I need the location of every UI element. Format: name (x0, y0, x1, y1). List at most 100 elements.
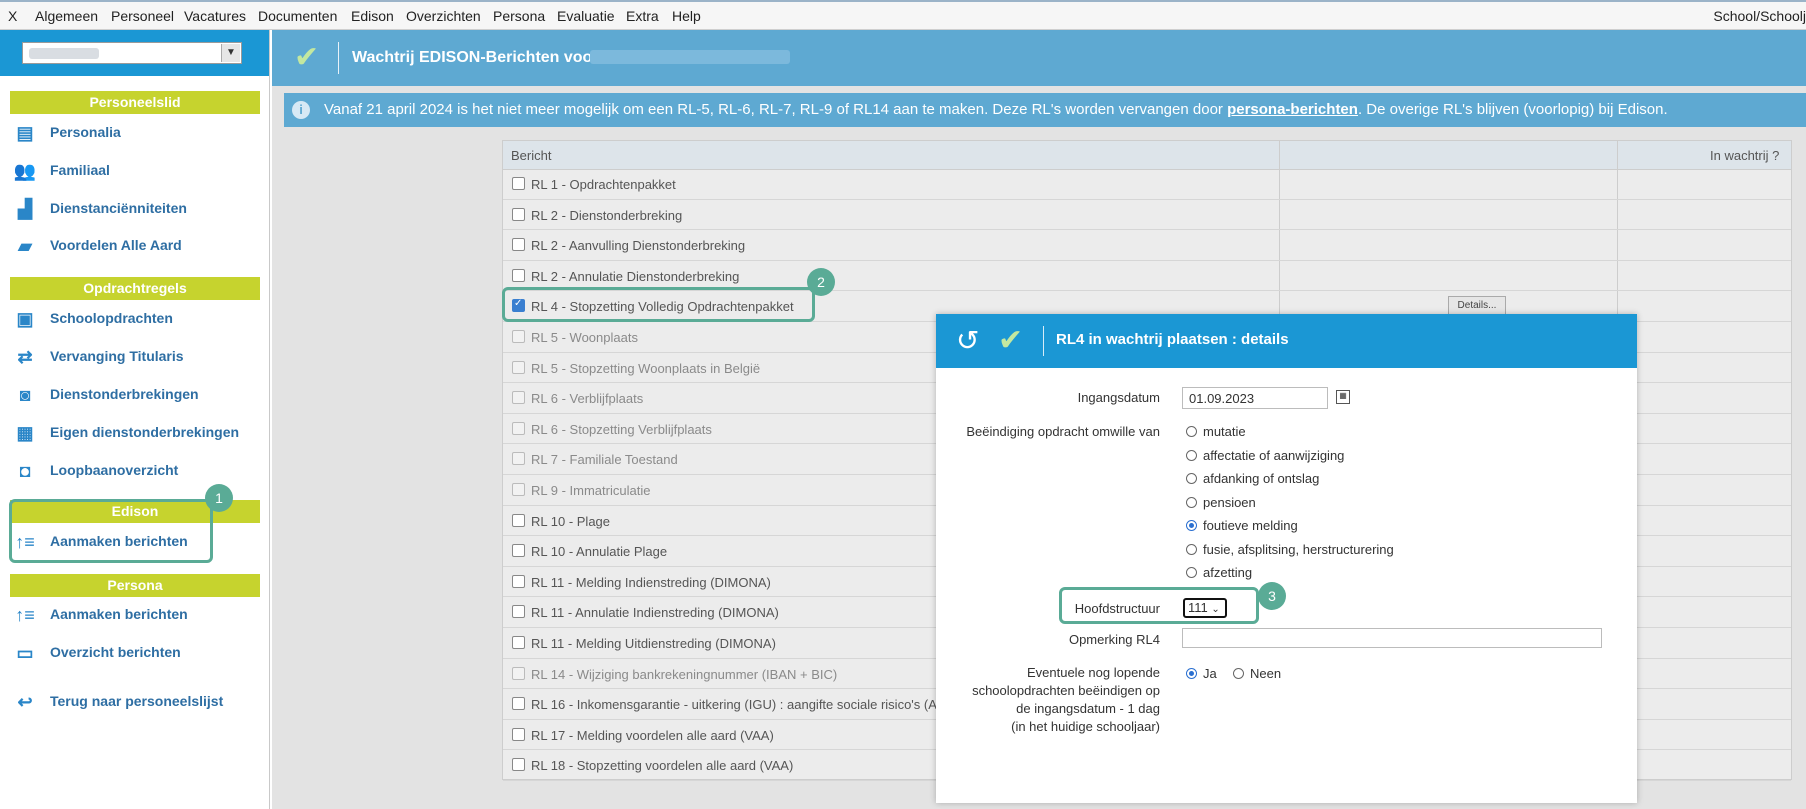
sidebar-item-schoolopdrachten[interactable]: ▣ Schoolopdrachten (12, 306, 262, 332)
row-checkbox[interactable] (512, 177, 525, 190)
opmerking-input[interactable] (1182, 628, 1602, 648)
radio-button[interactable] (1186, 544, 1197, 555)
dialog-header: ↺ ✔ RL4 in wachtrij plaatsen : details (936, 314, 1637, 368)
return-icon: ↩ (17, 692, 33, 712)
menu-extra[interactable]: Extra (626, 8, 659, 24)
info-text: Vanaf 21 april 2024 is het niet meer mog… (324, 101, 1668, 118)
sidebar-item-overzicht-berichten[interactable]: ▭ Overzicht berichten (12, 640, 262, 666)
option-ja[interactable]: Ja (1186, 666, 1217, 686)
row-checkbox[interactable] (512, 574, 525, 588)
sidebar-item-dienstancienniteiten[interactable]: ▟ Dienstanciënniteiten (12, 196, 262, 222)
row-checkbox[interactable] (512, 268, 525, 282)
sidebar-item-eigen-dienstonderbrekingen[interactable]: ▦ Eigen dienstonderbrekingen (12, 420, 262, 446)
radio-button-selected[interactable] (1186, 668, 1197, 679)
row-checkbox[interactable] (512, 360, 525, 374)
option-pensioen[interactable]: pensioen (1186, 495, 1256, 515)
radio-button[interactable] (1186, 450, 1197, 461)
table-row[interactable]: RL 1 - Opdrachtenpakket (503, 169, 1791, 200)
sidebar-item-familiaal[interactable]: 👥 Familiaal (12, 158, 262, 184)
row-checkbox[interactable] (512, 544, 525, 558)
ingangsdatum-input[interactable]: 01.09.2023 (1182, 387, 1328, 409)
chevron-down-icon[interactable]: ▼ (221, 44, 240, 62)
callout-highlight-2 (502, 287, 815, 322)
row-checkbox[interactable] (512, 207, 525, 221)
sidebar-item-persona-aanmaken[interactable]: ↑≡ Aanmaken berichten (12, 602, 262, 628)
callout-badge-3: 3 (1258, 582, 1286, 610)
sidebar-item-vervanging[interactable]: ⇄ Vervanging Titularis (12, 344, 262, 370)
row-checkbox[interactable] (512, 238, 525, 252)
staff-select[interactable]: ▼ (22, 42, 242, 64)
menu-overzichten[interactable]: Overzichten (406, 8, 481, 24)
sidebar-item-terug[interactable]: ↩ Terug naar personeelslijst (12, 689, 262, 715)
check-icon[interactable]: ✔ (998, 323, 1023, 358)
menu-personeel[interactable]: Personeel (111, 8, 174, 24)
row-checkbox[interactable] (512, 605, 525, 619)
menu-algemeen[interactable]: Algemeen (35, 8, 98, 24)
row-checkbox[interactable] (512, 758, 525, 772)
radio-button[interactable] (1186, 426, 1197, 437)
radio-button[interactable] (1186, 497, 1197, 508)
table-row[interactable]: RL 2 - Dienstonderbreking (503, 200, 1791, 231)
option-afdanking[interactable]: afdanking of ontslag (1186, 471, 1319, 491)
row-checkbox[interactable] (512, 483, 525, 496)
page-title-bar: ✔ Wachtrij EDISON-Berichten voor (272, 30, 1806, 86)
column-bericht: Bericht (511, 148, 552, 163)
undo-icon[interactable]: ↺ (956, 324, 979, 357)
podium-icon: ▟ (18, 199, 32, 219)
persona-link[interactable]: persona-berichten (1227, 101, 1358, 118)
option-fusie[interactable]: fusie, afsplitsing, herstructurering (1186, 542, 1394, 562)
table-header: Bericht In wachtrij ? (503, 141, 1791, 170)
menu-edison[interactable]: Edison (351, 8, 394, 24)
sidebar-item-personalia[interactable]: ▤ Personalia (12, 120, 262, 146)
calendar-icon[interactable]: ▦ (1336, 390, 1350, 404)
ingangsdatum-label: Ingangsdatum (1077, 390, 1160, 405)
id-card-icon: ▤ (16, 123, 34, 143)
divider (338, 42, 339, 74)
sidebar-item-dienstonderbrekingen[interactable]: ◙ Dienstonderbrekingen (12, 382, 262, 408)
option-neen[interactable]: Neen (1233, 666, 1281, 686)
radio-button[interactable] (1186, 567, 1197, 578)
school-year-label: School/Schoolj (1713, 8, 1806, 24)
row-checkbox[interactable] (512, 513, 525, 527)
table-row[interactable]: RL 2 - Aanvulling Dienstonderbreking (503, 230, 1791, 261)
check-icon[interactable]: ✔ (294, 40, 319, 75)
option-afzetting[interactable]: afzetting (1186, 565, 1252, 585)
radio-button[interactable] (1233, 668, 1244, 679)
beeindiging-label: Beëindiging opdracht omwille van (966, 424, 1160, 439)
menu-bar: X Algemeen Personeel Vacatures Documente… (0, 0, 1806, 30)
row-checkbox[interactable] (512, 452, 525, 466)
menu-help[interactable]: Help (672, 8, 701, 24)
menu-vacatures[interactable]: Vacatures (184, 8, 246, 24)
divider (1043, 326, 1044, 356)
menu-close[interactable]: X (8, 8, 17, 24)
option-foutieve-melding[interactable]: foutieve melding (1186, 518, 1298, 538)
calendar-clock-icon: ▦ (16, 423, 34, 443)
option-mutatie[interactable]: mutatie (1186, 424, 1246, 444)
menu-evaluatie[interactable]: Evaluatie (557, 8, 615, 24)
callout-highlight-3 (1059, 587, 1259, 624)
swap-icon: ⇄ (17, 347, 33, 367)
menu-documenten[interactable]: Documenten (258, 8, 337, 24)
sidebar-item-loopbaanoverzicht[interactable]: ◘ Loopbaanoverzicht (12, 458, 262, 484)
briefcase-clock-icon: ◙ (19, 385, 31, 405)
menu-persona[interactable]: Persona (493, 8, 545, 24)
wallet-icon: ▰ (18, 236, 32, 256)
teacher-icon: ▣ (16, 309, 34, 329)
row-checkbox[interactable] (512, 330, 525, 343)
row-checkbox[interactable] (512, 727, 525, 741)
callout-badge-2: 2 (807, 268, 835, 296)
section-persona: Persona (10, 574, 260, 597)
row-checkbox[interactable] (512, 666, 525, 680)
sidebar: ▼ Personeelslid ▤ Personalia 👥 Familiaal ▟… (0, 30, 270, 809)
radio-button-selected[interactable] (1186, 520, 1197, 531)
row-checkbox[interactable] (512, 391, 525, 405)
option-affectatie[interactable]: affectatie of aanwijziging (1186, 448, 1344, 468)
lopende-label: Eventuele nog lopende schoolopdrachten b… (972, 665, 1160, 734)
row-checkbox[interactable] (512, 421, 525, 435)
radio-button[interactable] (1186, 473, 1197, 484)
row-checkbox[interactable] (512, 697, 525, 711)
row-checkbox[interactable] (512, 636, 525, 649)
sidebar-item-voordelen[interactable]: ▰ Voordelen Alle Aard (12, 233, 262, 259)
section-personeelslid: Personeelslid (10, 91, 260, 114)
redacted-person (590, 50, 790, 64)
